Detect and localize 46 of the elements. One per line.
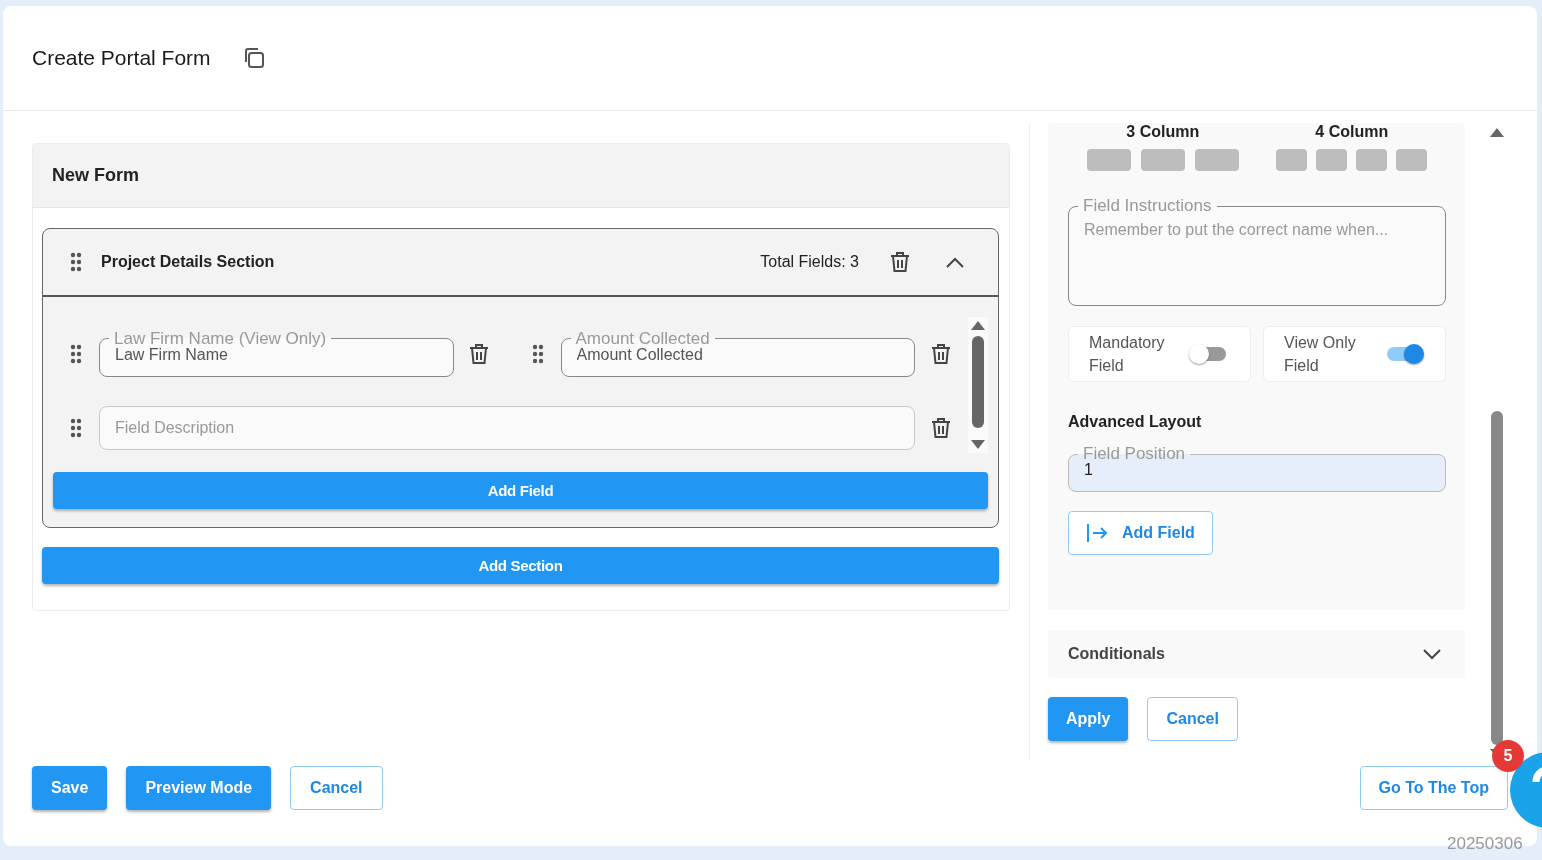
scrollbar[interactable] [968, 317, 988, 453]
action-button[interactable]: Cancel [1147, 697, 1238, 741]
toggle-label: View Only Field [1284, 333, 1357, 376]
text-field-outline[interactable]: Law Firm Name (View Only) Law Firm Name [99, 331, 454, 377]
toggle-label: Mandatory Field [1089, 333, 1166, 376]
section-title: Project Details Section [101, 253, 276, 271]
form-title: New Form [33, 144, 1009, 208]
chevron-up-icon[interactable] [946, 256, 964, 268]
copy-icon[interactable] [242, 47, 265, 69]
field-label: Law Firm Name (View Only) [114, 328, 327, 348]
drag-handle-icon[interactable] [70, 418, 82, 439]
field-label: Field Instructions [1083, 196, 1212, 215]
position-field-outline[interactable]: Field Position 1 [1068, 447, 1446, 492]
delete-icon[interactable] [930, 417, 951, 440]
add-section-button[interactable]: Add Section [42, 547, 999, 584]
instructions-field-outline[interactable]: Field Instructions Remember to put the correct name when... [1068, 199, 1446, 306]
drag-handle-icon[interactable] [531, 344, 544, 365]
field-label: Field Position [1083, 444, 1186, 463]
position-field[interactable]: 1 [1084, 461, 1430, 479]
action-button[interactable]: Save [32, 766, 108, 810]
action-button[interactable]: Cancel [290, 766, 383, 810]
insert-arrow-icon [1086, 523, 1108, 543]
column-label: 3 Column [1126, 123, 1200, 141]
add-field-button[interactable]: Add Field [53, 472, 988, 509]
action-button[interactable]: Preview Mode [126, 766, 272, 810]
drag-handle-icon[interactable] [70, 252, 82, 272]
instructions-field[interactable]: Remember to put the correct name when... [1084, 213, 1430, 301]
text-field-outline[interactable]: Amount Collected Amount Collected [560, 331, 915, 377]
add-field-button[interactable]: Add Field [1068, 511, 1213, 555]
field-count: Total Fields: 3 [760, 253, 859, 271]
build-number: 20250306 [1447, 834, 1523, 854]
action-button[interactable]: Apply [1048, 697, 1129, 741]
text-field-outline[interactable]: Field Description [99, 406, 915, 451]
drag-handle-icon[interactable] [70, 344, 82, 365]
chevron-down-icon[interactable] [1423, 648, 1441, 660]
delete-icon[interactable] [930, 343, 951, 366]
field-label: Amount Collected [575, 328, 710, 348]
section-heading: Advanced Layout [1068, 413, 1203, 431]
go-to-top-button[interactable]: Go To The Top [1359, 766, 1508, 810]
column-label: 4 Column [1315, 123, 1389, 141]
text-field[interactable]: Amount Collected [576, 345, 899, 364]
accordion-header[interactable]: Conditionals [1048, 630, 1465, 678]
page-title: Create Portal Form [32, 46, 211, 70]
delete-icon[interactable] [890, 251, 910, 273]
delete-icon[interactable] [469, 343, 489, 366]
text-field[interactable]: Field Description [115, 419, 899, 438]
